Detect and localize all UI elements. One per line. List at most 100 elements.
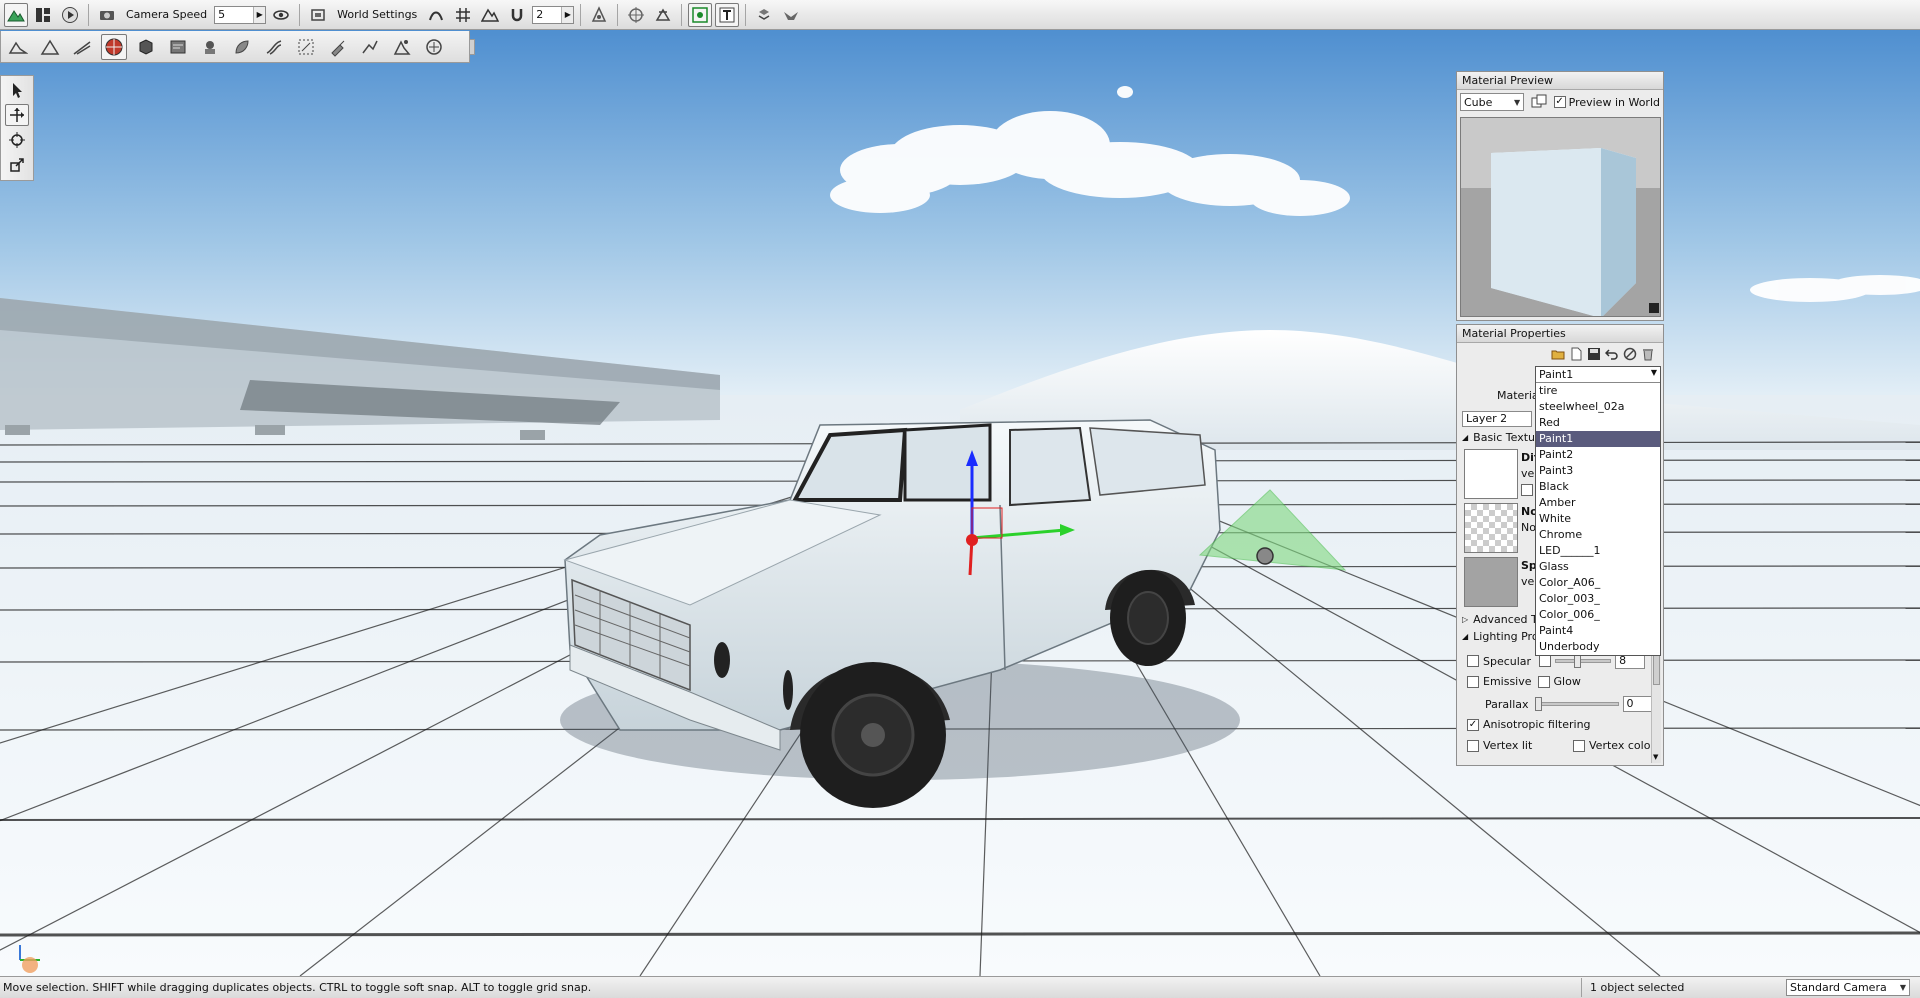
camera-mode-select[interactable]: Standard Camera ▼ bbox=[1786, 979, 1910, 996]
mesh-road-button[interactable] bbox=[261, 34, 287, 60]
specular-color-swatch[interactable] bbox=[1539, 655, 1552, 667]
screenshot-button[interactable] bbox=[306, 3, 330, 27]
play-button[interactable] bbox=[58, 3, 82, 27]
diffuse-map-thumbnail[interactable] bbox=[1464, 449, 1518, 499]
material-select[interactable]: Paint1 ▼ bbox=[1536, 367, 1660, 383]
anisotropic-checkbox[interactable]: ✓ bbox=[1467, 718, 1479, 731]
preview-cube-render bbox=[1461, 118, 1660, 316]
grid-size-increment[interactable]: ▶ bbox=[561, 6, 574, 23]
scale-tool-button[interactable] bbox=[5, 154, 29, 176]
vertex-color-checkbox[interactable] bbox=[1573, 739, 1585, 752]
material-option[interactable]: Underbody bbox=[1536, 639, 1660, 655]
material-option[interactable]: Black bbox=[1536, 479, 1660, 495]
parallax-value[interactable]: 0 bbox=[1622, 696, 1653, 712]
terrain-brush-button[interactable] bbox=[5, 34, 31, 60]
road-tool-button[interactable] bbox=[69, 34, 95, 60]
toolbar-separator bbox=[617, 3, 619, 26]
rotate-tool-button[interactable] bbox=[5, 129, 29, 151]
clear-material-button[interactable] bbox=[1623, 347, 1637, 361]
snap-button[interactable] bbox=[424, 3, 448, 27]
toolbar-collapse-handle[interactable] bbox=[469, 39, 475, 55]
layer-select[interactable]: Layer 2 bbox=[1462, 411, 1532, 427]
move-tool-button[interactable] bbox=[5, 104, 29, 126]
preview-in-world-toggle[interactable]: ✓ Preview in World bbox=[1553, 96, 1660, 109]
magnet-button[interactable] bbox=[505, 3, 529, 27]
object-origin-button[interactable] bbox=[587, 3, 611, 27]
terrain-paint-button[interactable] bbox=[37, 34, 63, 60]
material-option[interactable]: Color_003_ bbox=[1536, 591, 1660, 607]
world-space-button[interactable] bbox=[624, 3, 648, 27]
diffuse-map-checkbox[interactable] bbox=[1521, 484, 1533, 496]
normal-map-thumbnail[interactable] bbox=[1464, 503, 1518, 553]
camera-button[interactable] bbox=[95, 3, 119, 27]
camera-speed-increment[interactable]: ▶ bbox=[253, 6, 266, 23]
camera-speed-field[interactable]: 5 ▶ bbox=[214, 5, 267, 24]
basic-textures-section[interactable]: ◢ Basic Textu bbox=[1462, 431, 1535, 444]
world-settings-label[interactable]: World Settings bbox=[333, 8, 421, 21]
select-tool-button[interactable] bbox=[5, 79, 29, 101]
grid-size-field[interactable]: 2 ▶ bbox=[532, 5, 575, 24]
material-option[interactable]: tire bbox=[1536, 383, 1660, 399]
decal-button[interactable] bbox=[197, 34, 223, 60]
material-option[interactable]: Paint1 bbox=[1536, 431, 1660, 447]
material-option[interactable]: Chrome bbox=[1536, 527, 1660, 543]
datablock-button[interactable] bbox=[165, 34, 191, 60]
material-option[interactable]: Paint3 bbox=[1536, 463, 1660, 479]
grid-snap-button[interactable] bbox=[451, 3, 475, 27]
emissive-checkbox[interactable] bbox=[1467, 675, 1479, 688]
material-option[interactable]: Amber bbox=[1536, 495, 1660, 511]
preview-shape-select[interactable]: Cube ▼ bbox=[1460, 93, 1525, 111]
drop-to-ground-button[interactable] bbox=[752, 3, 776, 27]
preview-options-button[interactable] bbox=[1530, 93, 1547, 111]
slider-knob[interactable] bbox=[1534, 697, 1542, 711]
new-material-button[interactable] bbox=[1569, 347, 1583, 361]
object-box-button[interactable] bbox=[651, 3, 675, 27]
scrollbar-thumb[interactable] bbox=[1653, 655, 1660, 685]
save-material-button[interactable] bbox=[1587, 347, 1601, 361]
material-option[interactable]: Glass bbox=[1536, 559, 1660, 575]
material-preview-viewport[interactable] bbox=[1460, 117, 1661, 317]
material-editor-button[interactable] bbox=[101, 33, 127, 60]
fit-view-button[interactable] bbox=[688, 2, 713, 27]
material-option[interactable]: Red bbox=[1536, 415, 1660, 431]
vertex-color-label: Vertex color bbox=[1589, 739, 1655, 752]
specular-map-thumbnail[interactable] bbox=[1464, 557, 1518, 607]
path-button[interactable] bbox=[357, 34, 383, 60]
vertex-lit-checkbox[interactable] bbox=[1467, 739, 1479, 752]
shape-editor-button[interactable] bbox=[133, 34, 159, 60]
terrain-snap-button[interactable] bbox=[478, 3, 502, 27]
material-select-dropdown[interactable]: Paint1 ▼ tire steelwheel_02a Red Paint1 Pain… bbox=[1535, 366, 1661, 656]
parallax-slider[interactable] bbox=[1534, 697, 1619, 711]
preview-in-world-checkbox[interactable]: ✓ bbox=[1553, 96, 1566, 108]
material-option[interactable]: LED______1 bbox=[1536, 543, 1660, 559]
advanced-textures-section[interactable]: ▷ Advanced T bbox=[1462, 613, 1538, 626]
parallax-row: Parallax 0 bbox=[1485, 696, 1653, 712]
delete-material-button[interactable] bbox=[1641, 347, 1655, 361]
glow-checkbox[interactable] bbox=[1537, 675, 1550, 688]
visibility-button[interactable] bbox=[269, 3, 293, 27]
text-labels-button[interactable] bbox=[715, 2, 740, 27]
scroll-down-icon[interactable]: ▼ bbox=[1653, 753, 1658, 761]
slider-knob[interactable] bbox=[1574, 654, 1582, 668]
align-button[interactable] bbox=[779, 3, 803, 27]
material-option[interactable]: Paint4 bbox=[1536, 623, 1660, 639]
lighting-properties-section[interactable]: ◢ Lighting Prop bbox=[1462, 630, 1546, 643]
revert-material-button[interactable] bbox=[1605, 347, 1619, 361]
forest-button[interactable] bbox=[229, 34, 255, 60]
material-option[interactable]: Paint2 bbox=[1536, 447, 1660, 463]
material-option[interactable]: Color_A06_ bbox=[1536, 575, 1660, 591]
material-option[interactable]: Color_006_ bbox=[1536, 607, 1660, 623]
specular-checkbox[interactable] bbox=[1467, 655, 1479, 667]
specular-power-slider[interactable] bbox=[1555, 654, 1612, 668]
material-option[interactable]: White bbox=[1536, 511, 1660, 527]
sensor-button[interactable] bbox=[421, 34, 447, 60]
terrain-editor-button[interactable] bbox=[4, 2, 28, 27]
properties-scrollbar[interactable]: ▼ bbox=[1651, 653, 1661, 763]
material-option[interactable]: steelwheel_02a bbox=[1536, 399, 1660, 415]
scene-tree-button[interactable] bbox=[31, 3, 55, 27]
river-button[interactable] bbox=[293, 34, 319, 60]
navmesh-button[interactable] bbox=[325, 34, 351, 60]
particle-icon bbox=[393, 39, 411, 55]
particle-button[interactable] bbox=[389, 34, 415, 60]
open-material-button[interactable] bbox=[1551, 347, 1565, 361]
